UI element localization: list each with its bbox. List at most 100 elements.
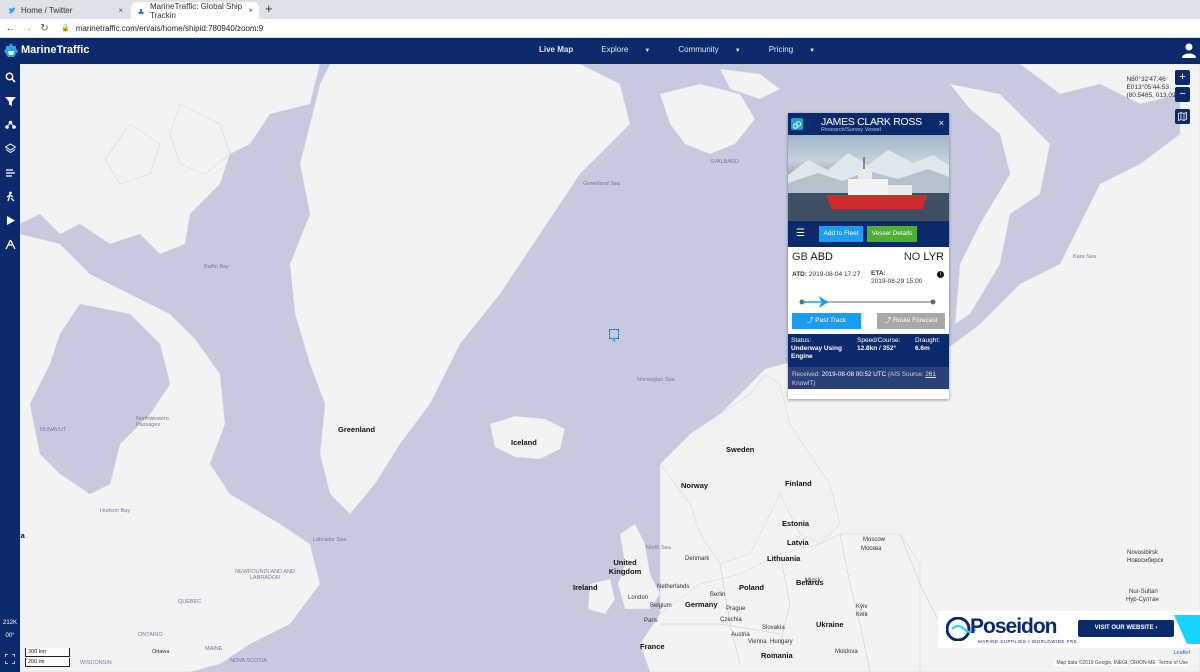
country-label: Romania: [761, 651, 793, 660]
country-label: Finland: [785, 479, 812, 488]
voyage-times: ATD: 2019-08-04 17:27 ETA: 2019-08-29 15:…: [788, 267, 949, 293]
vessel-type: Research/Survey Vessel: [821, 127, 881, 133]
vessel-popup: JAMES CLARK ROSS Research/Survey Vessel …: [788, 113, 949, 399]
new-tab-button[interactable]: +: [265, 1, 273, 16]
country-label: Lithuania: [767, 554, 801, 563]
map-label: SVALBARD: [710, 159, 739, 165]
map-label: Нур-Султан: [1126, 597, 1159, 603]
atd-value: 2019-08-04 17:27: [808, 271, 861, 278]
tab-marinetraffic[interactable]: MarineTraffic: Global Ship Trackin ×: [131, 1, 259, 20]
nav-community[interactable]: Community ▼: [678, 45, 754, 54]
eta-label: ETA:: [871, 270, 886, 277]
tab-label: MarineTraffic: Global Ship Trackin: [150, 1, 243, 20]
route-forecast-button[interactable]: ⤴ Route Forecast: [877, 313, 945, 329]
play-icon[interactable]: [3, 213, 17, 227]
country-label: Iceland: [511, 438, 537, 447]
atd: ATD: 2019-08-04 17:27: [792, 271, 860, 278]
vessel-details-button[interactable]: Vessel Details: [867, 226, 917, 242]
leaflet-link[interactable]: Leaflet: [1173, 650, 1190, 656]
add-to-fleet-button[interactable]: Add to Fleet: [819, 226, 863, 242]
chevron-down-icon: ▼: [809, 48, 816, 54]
link-icon[interactable]: [791, 118, 803, 130]
visit-website-button[interactable]: VISIT OUR WEBSITE ›: [1078, 620, 1174, 637]
info-icon[interactable]: i: [937, 271, 944, 278]
lock-icon: 🔒: [61, 25, 70, 32]
map-label: Vienna: [748, 639, 767, 645]
map-label: Kara Sea: [1073, 254, 1096, 260]
tab-label: Home / Twitter: [21, 6, 73, 15]
ais-source-link[interactable]: 261: [925, 371, 936, 378]
track-buttons: ⤴ Past Track ⤴ Route Forecast: [788, 311, 949, 334]
vessel-marker-icon[interactable]: [609, 329, 619, 342]
country-label: Hungary: [770, 639, 793, 645]
map-label: WISCONSIN: [80, 660, 112, 666]
ad-logo-text: Poseidon: [970, 615, 1058, 638]
forward-icon[interactable]: →: [21, 23, 34, 34]
poseidon-ad-banner[interactable]: Poseidon MARINE SUPPLIES • WORLDWIDE FRS…: [938, 611, 1200, 648]
eta: ETA: 2019-08-29 15:00: [871, 270, 922, 286]
map-label: Paris: [644, 618, 658, 624]
map-label: Nur-Sultan: [1129, 589, 1158, 595]
status-stat: Status: Underway Using Engine: [791, 337, 853, 361]
zoom-in-button[interactable]: +: [1175, 70, 1190, 85]
menu-icon[interactable]: ☰: [796, 228, 805, 239]
address-bar: ← → ↻ 🔒 marinetraffic.com/en/ais/home/sh…: [0, 19, 1200, 38]
network-icon[interactable]: [3, 118, 17, 132]
url-text: marinetraffic.com/en/ais/home/shipid:780…: [75, 23, 264, 33]
close-icon[interactable]: ×: [939, 118, 944, 128]
nav-live-map[interactable]: Live Map: [539, 45, 587, 54]
ais-source-label: (AIS Source:: [887, 371, 924, 378]
past-track-label: Past Track: [815, 317, 847, 324]
back-icon[interactable]: ←: [4, 23, 17, 34]
country-label: Latvia: [787, 538, 809, 547]
nav-label: Explore: [601, 45, 629, 54]
past-track-button[interactable]: ⤴ Past Track: [792, 313, 861, 329]
url-field[interactable]: 🔒 marinetraffic.com/en/ais/home/shipid:7…: [61, 24, 263, 33]
filter-icon[interactable]: [3, 94, 17, 108]
measure-icon[interactable]: [3, 237, 17, 251]
search-icon[interactable]: [3, 70, 17, 84]
received-label: Received:: [792, 371, 821, 378]
site-header: MarineTraffic Live Map Explore ▼ Communit…: [0, 38, 1200, 64]
map-view-icon[interactable]: [1175, 109, 1190, 124]
map-landmass: [20, 64, 1200, 672]
nav-pricing[interactable]: Pricing ▼: [769, 45, 829, 54]
zoom-out-button[interactable]: −: [1175, 87, 1190, 102]
map-label: Northwestern Passages: [136, 416, 169, 428]
arrival-port[interactable]: NO LYR: [904, 251, 944, 263]
map-label: North Sea: [646, 545, 671, 551]
nav-explore[interactable]: Explore ▼: [601, 45, 664, 54]
tab-close-icon[interactable]: ×: [118, 6, 123, 15]
map-label: NUNAVUT: [40, 427, 67, 433]
counter-sub: 00°: [5, 633, 15, 639]
map-label: Baffin Bay: [204, 264, 229, 270]
tab-close-icon[interactable]: ×: [248, 6, 253, 15]
country-label: Ukraine: [816, 620, 844, 629]
vessel-popup-header: JAMES CLARK ROSS Research/Survey Vessel …: [788, 113, 949, 135]
reload-icon[interactable]: ↻: [38, 23, 51, 34]
status-value: Underway Using Engine: [791, 345, 842, 360]
logo[interactable]: MarineTraffic: [4, 42, 89, 58]
fullscreen-icon[interactable]: [3, 652, 17, 666]
eta-value: 2019-08-29 15:00: [871, 278, 923, 285]
vessel-photo[interactable]: [788, 135, 949, 221]
weather-icon[interactable]: [3, 165, 17, 179]
tab-twitter[interactable]: Home / Twitter ×: [2, 2, 129, 19]
ad-tagline: MARINE SUPPLIES • WORLDWIDE FRS: [978, 639, 1078, 644]
live-map[interactable]: Greenland Sea Baffin Bay Norwegian Sea L…: [20, 64, 1200, 672]
departure-port[interactable]: GB ABD: [792, 251, 833, 263]
map-label: London: [628, 595, 649, 601]
map-label: da: [20, 531, 25, 540]
voyage-progress: [788, 293, 949, 311]
layers-icon[interactable]: [3, 141, 17, 155]
terms-link[interactable]: Terms of Use: [1159, 660, 1188, 666]
vessel-actions: ☰ Add to Fleet Vessel Details: [788, 221, 949, 247]
map-label: Novosibirsk: [1127, 550, 1159, 556]
user-icon[interactable]: [1182, 42, 1196, 63]
ship-favicon-icon: [137, 7, 145, 15]
nav-label: Pricing: [768, 45, 794, 54]
browser-tab-bar: Home / Twitter × MarineTraffic: Global S…: [0, 0, 1200, 20]
map-label: Moscow: [863, 537, 886, 543]
vessel-icon[interactable]: [3, 189, 17, 203]
scale-km: 300 km: [25, 648, 70, 657]
